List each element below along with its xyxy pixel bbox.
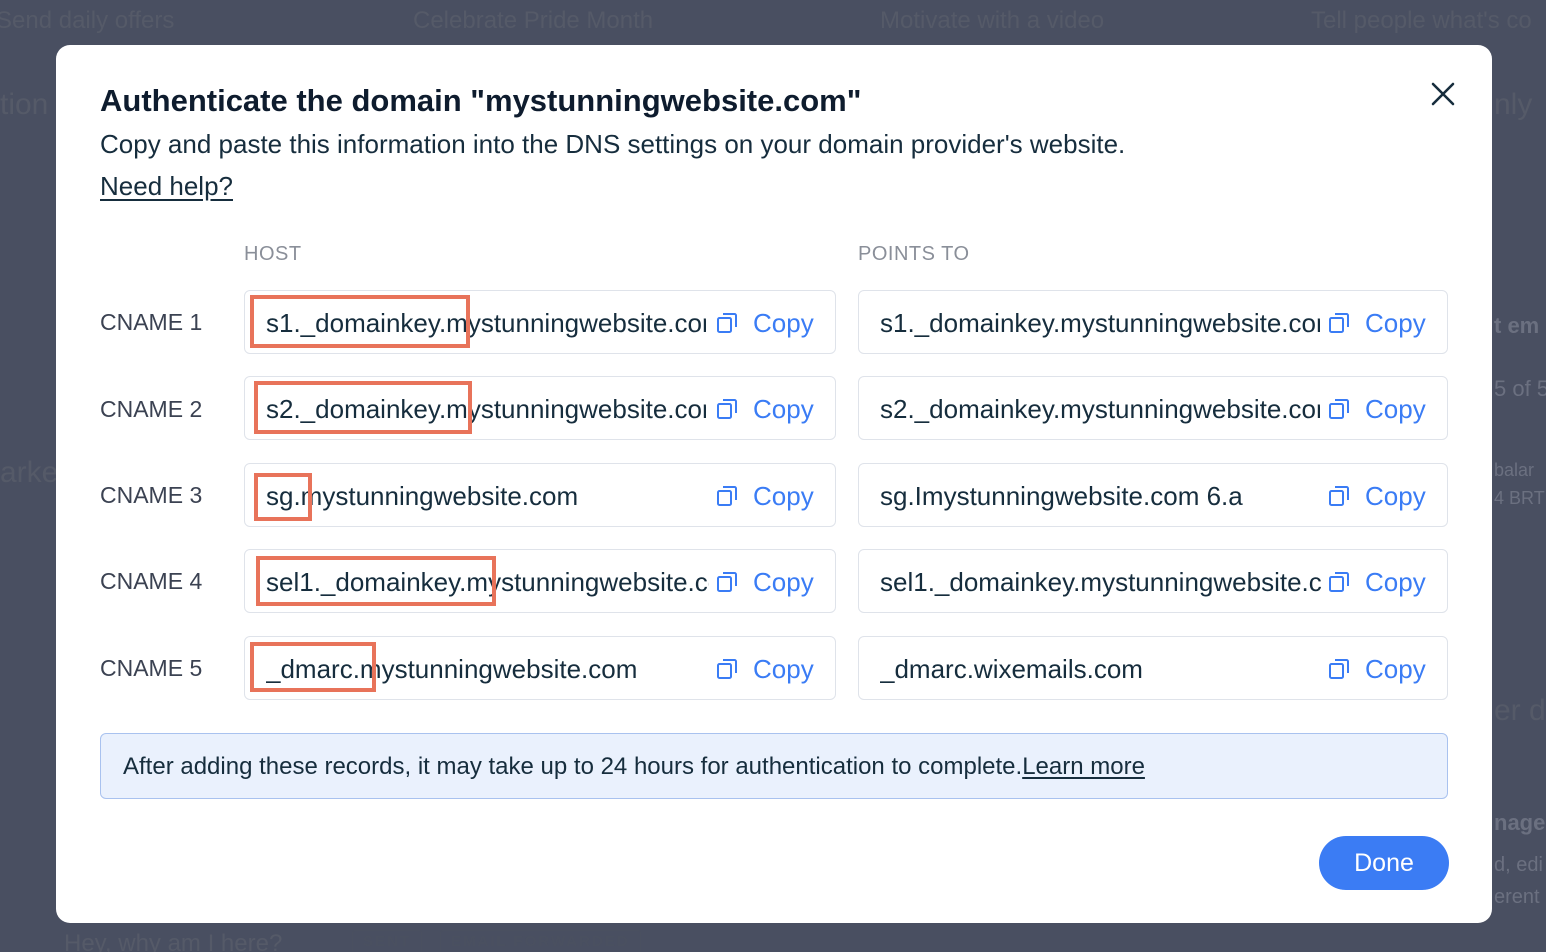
cname-label: CNAME 2 — [100, 396, 203, 422]
host-column-header: HOST — [244, 243, 302, 265]
copy-label: Copy — [1365, 307, 1426, 338]
points-to-column-header: POINTS TO — [858, 243, 970, 265]
bg-email-title: Hey, why am I here? — [64, 930, 283, 952]
points-to-field: sel1._domainkey.mystunningwebsite.com Co… — [858, 549, 1448, 613]
copy-label: Copy — [1365, 566, 1426, 597]
bg-fragment: balar — [1494, 460, 1535, 480]
bg-fragment: erent — [1494, 886, 1540, 908]
copy-icon — [1329, 313, 1349, 333]
host-value: sg.mystunningwebsite.com — [266, 481, 579, 511]
copy-label: Copy — [753, 653, 814, 684]
authenticate-domain-dialog: Authenticate the domain "mystunningwebsi… — [56, 45, 1492, 923]
bg-fragment: nly — [1494, 88, 1533, 121]
bg-fragment: nage — [1494, 810, 1546, 835]
host-value: _dmarc.mystunningwebsite.com — [266, 654, 638, 684]
copy-points-to-button[interactable]: Copy — [1321, 550, 1426, 612]
copy-points-to-button[interactable]: Copy — [1321, 464, 1426, 526]
notice-message: After adding these records, it may take … — [123, 753, 1023, 780]
copy-label: Copy — [753, 480, 814, 511]
copy-label: Copy — [1365, 393, 1426, 424]
copy-host-button[interactable]: Copy — [709, 637, 814, 699]
copy-icon — [1329, 399, 1349, 419]
copy-icon — [1329, 572, 1349, 592]
bg-fragment: 4 BRT — [1494, 488, 1545, 508]
copy-host-button[interactable]: Copy — [709, 550, 814, 612]
copy-icon — [1329, 659, 1349, 679]
bg-status-badge: SENT — [352, 930, 423, 952]
bg-fragment: d, edi — [1494, 854, 1543, 876]
bg-fragment: arke — [0, 456, 59, 489]
copy-points-to-button[interactable]: Copy — [1321, 291, 1426, 353]
copy-label: Copy — [753, 566, 814, 597]
bg-fragment: 5 of 5 — [1494, 376, 1546, 401]
points-to-value: _dmarc.wixemails.com — [880, 654, 1143, 684]
host-field: sel1._domainkey.mystunningwebsite.com Co… — [244, 549, 836, 613]
copy-icon — [717, 659, 737, 679]
cname-label: CNAME 3 — [100, 482, 203, 508]
cname-label: CNAME 4 — [100, 568, 203, 594]
points-to-field: _dmarc.wixemails.com Copy — [858, 636, 1448, 700]
notice-text: After adding these records, it may take … — [123, 753, 1145, 781]
copy-label: Copy — [1365, 480, 1426, 511]
copy-label: Copy — [753, 393, 814, 424]
info-notice: After adding these records, it may take … — [100, 733, 1448, 799]
copy-icon — [717, 572, 737, 592]
cname-label: CNAME 5 — [100, 655, 203, 681]
bg-fragment: tion — [0, 88, 49, 121]
cname-label: CNAME 1 — [100, 309, 203, 335]
bg-fragment: er d — [1494, 694, 1546, 727]
copy-host-button[interactable]: Copy — [709, 377, 814, 439]
host-field: s1._domainkey.mystunningwebsite.com Copy — [244, 290, 836, 354]
bg-fragment: t em — [1494, 313, 1540, 338]
points-to-value: sg.Imystunningwebsite.com 6.a — [880, 481, 1243, 511]
points-to-value: s1._domainkey.mystunningwebsite.com.wixe… — [880, 308, 1320, 338]
copy-icon — [717, 313, 737, 333]
dialog-subtitle: Copy and paste this information into the… — [100, 129, 1126, 159]
bg-card-title: Celebrate Pride Month — [413, 7, 654, 34]
points-to-field: s2._domainkey.mystunningwebsite.com.wixe… — [858, 376, 1448, 440]
close-button[interactable] — [1428, 79, 1458, 109]
done-button[interactable]: Done — [1319, 836, 1449, 890]
copy-label: Copy — [753, 307, 814, 338]
host-field: sg.mystunningwebsite.com Copy — [244, 463, 836, 527]
points-to-field: s1._domainkey.mystunningwebsite.com.wixe… — [858, 290, 1448, 354]
learn-more-link[interactable]: Learn more — [1022, 753, 1145, 780]
copy-icon — [717, 486, 737, 506]
bg-card-title: Tell people what's co — [1311, 7, 1532, 34]
host-value: sel1._domainkey.mystunningwebsite.com — [266, 567, 716, 597]
copy-icon — [1329, 486, 1349, 506]
host-value: s2._domainkey.mystunningwebsite.com — [266, 394, 706, 424]
bg-card-title: Send daily offers — [0, 7, 175, 34]
copy-host-button[interactable]: Copy — [709, 291, 814, 353]
copy-points-to-button[interactable]: Copy — [1321, 377, 1426, 439]
points-to-value: s2._domainkey.mystunningwebsite.com.wixe… — [880, 394, 1320, 424]
bg-card-title: Motivate with a video — [880, 7, 1105, 34]
bg-status-badge: EMAIL FORWARDED — [440, 930, 641, 952]
copy-host-button[interactable]: Copy — [709, 464, 814, 526]
close-icon — [1431, 82, 1455, 106]
copy-label: Copy — [1365, 653, 1426, 684]
copy-points-to-button[interactable]: Copy — [1321, 637, 1426, 699]
host-field: s2._domainkey.mystunningwebsite.com Copy — [244, 376, 836, 440]
copy-icon — [717, 399, 737, 419]
need-help-link[interactable]: Need help? — [100, 171, 233, 202]
host-field: _dmarc.mystunningwebsite.com Copy — [244, 636, 836, 700]
host-value: s1._domainkey.mystunningwebsite.com — [266, 308, 706, 338]
points-to-value: sel1._domainkey.mystunningwebsite.com — [880, 567, 1325, 597]
points-to-field: sg.Imystunningwebsite.com 6.a Copy — [858, 463, 1448, 527]
dialog-title: Authenticate the domain "mystunningwebsi… — [100, 83, 862, 118]
